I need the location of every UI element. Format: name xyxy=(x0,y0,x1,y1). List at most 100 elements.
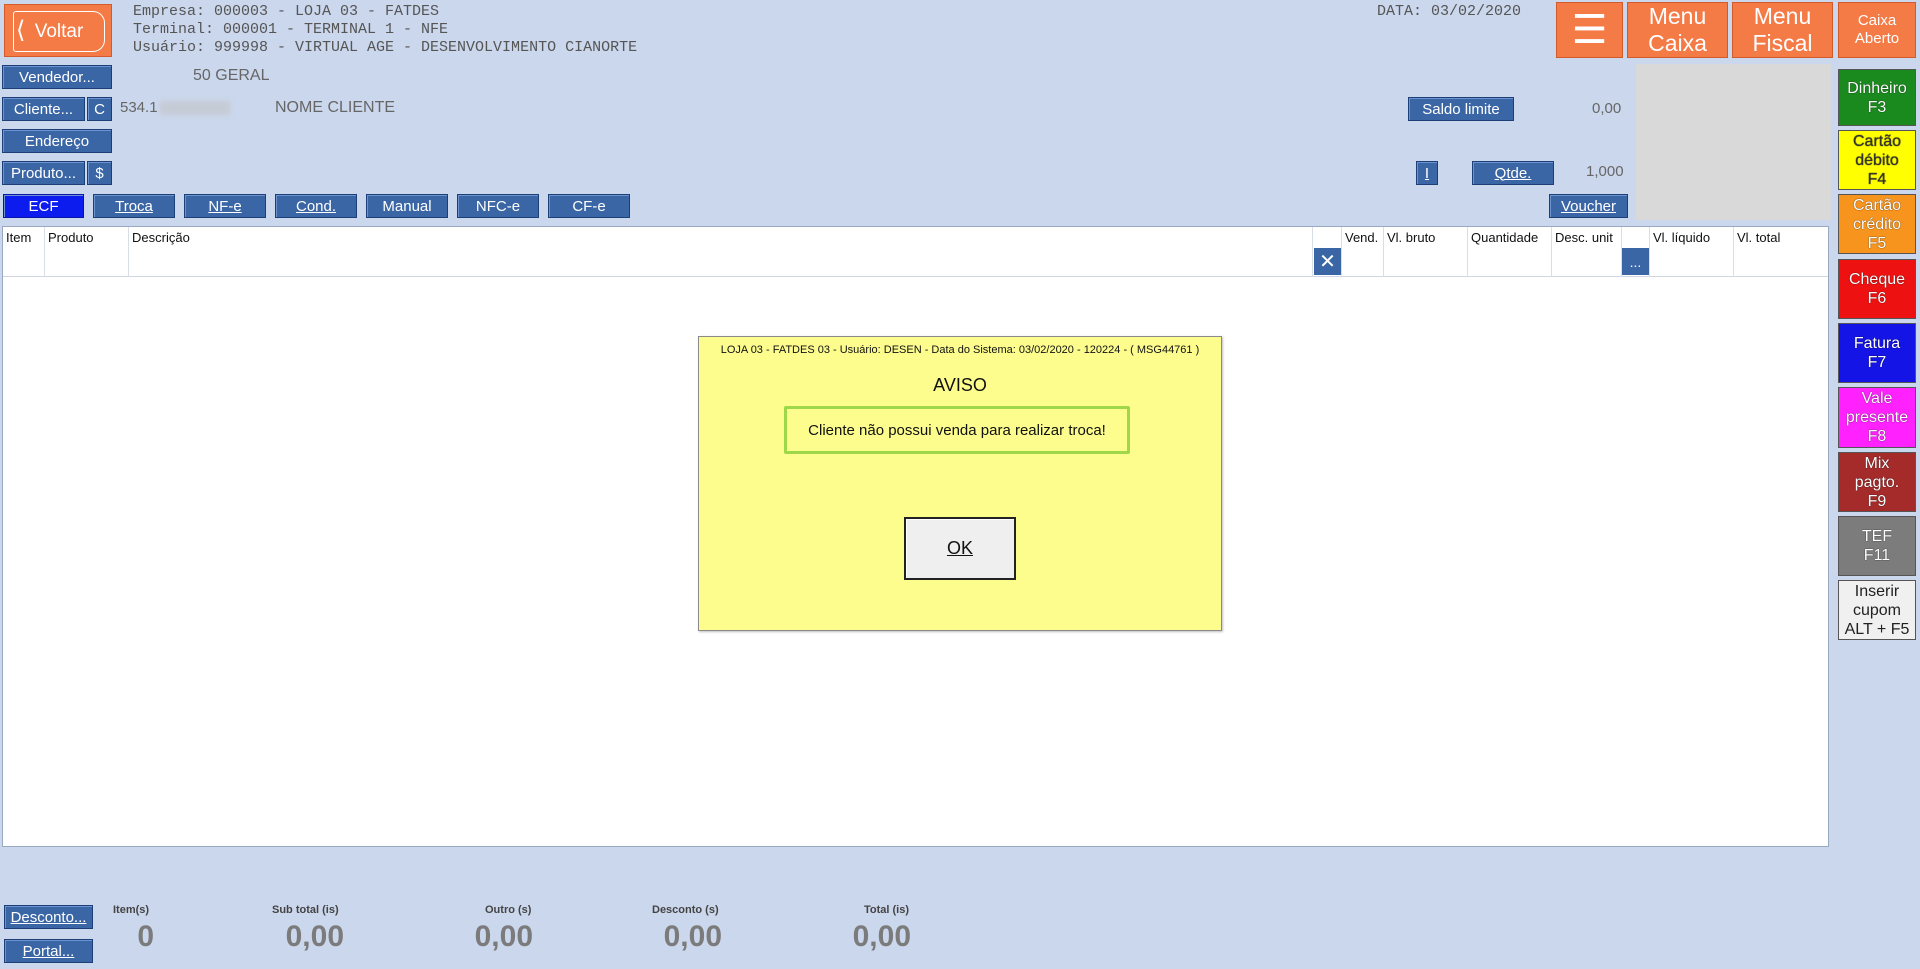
tab-manual[interactable]: Manual xyxy=(366,194,448,218)
cliente-name: NOME CLIENTE xyxy=(275,99,396,116)
vendedor-button[interactable]: Vendedor... xyxy=(2,65,112,89)
pay-cartao-credito-label: Cartão crédito F5 xyxy=(1852,196,1902,252)
pay-cartao-debito-button[interactable]: Cartão débito F4 xyxy=(1838,130,1916,190)
ok-button[interactable]: OK xyxy=(904,517,1016,580)
pay-cartao-debito-label: Cartão débito F4 xyxy=(1852,132,1902,188)
col-vend[interactable]: Vend. xyxy=(1342,227,1384,277)
tab-cfe-label: CF-e xyxy=(572,197,606,215)
menu-fiscal-button[interactable]: Menu Fiscal xyxy=(1732,2,1833,58)
produto-price-label: $ xyxy=(95,164,104,182)
col-vl-liquido[interactable]: Vl. líquido xyxy=(1650,227,1734,277)
desconto-button[interactable]: Desconto... xyxy=(4,905,93,929)
clear-grid-button[interactable]: ✕ xyxy=(1314,248,1341,275)
tab-manual-label: Manual xyxy=(382,197,432,215)
vendedor-button-label: Vendedor... xyxy=(19,68,95,86)
desconto-button-label: Desconto... xyxy=(10,908,87,926)
close-icon: ✕ xyxy=(1319,251,1336,273)
pay-mix-pagto-button[interactable]: Mix pagto. F9 xyxy=(1838,452,1916,512)
col-produto[interactable]: Produto xyxy=(45,227,129,277)
col-descricao[interactable]: Descrição xyxy=(129,227,1313,277)
col-clear: ✕ xyxy=(1313,227,1342,277)
pay-cartao-credito-button[interactable]: Cartão crédito F5 xyxy=(1838,194,1916,254)
grid-header: Item Produto Descrição ✕ Vend. Vl. bruto… xyxy=(3,227,1828,277)
caixa-aberto-label: Caixa Aberto xyxy=(1854,12,1900,47)
info-button-label: I xyxy=(1424,164,1430,182)
portal-button-label: Portal... xyxy=(22,942,75,960)
tab-nfce[interactable]: NFC-e xyxy=(457,194,539,218)
subtotal-label: Sub total (is) xyxy=(272,904,339,916)
produto-button-label: Produto... xyxy=(10,164,77,182)
produto-price-button[interactable]: $ xyxy=(87,161,112,185)
dialog-title: AVISO xyxy=(933,375,987,395)
tab-cfe[interactable]: CF-e xyxy=(548,194,630,218)
qtde-value: 1,000 xyxy=(1586,163,1624,180)
col-item[interactable]: Item xyxy=(3,227,45,277)
back-button[interactable]: ⟨ Voltar xyxy=(4,4,112,57)
cliente-button[interactable]: Cliente... xyxy=(2,97,85,121)
ellipsis-icon: ... xyxy=(1629,253,1642,270)
menu-caixa-button[interactable]: Menu Caixa xyxy=(1627,2,1728,58)
pay-vale-presente-button[interactable]: Vale presente F8 xyxy=(1838,387,1916,448)
date-info: DATA: 03/02/2020 xyxy=(1377,3,1522,20)
col-more: ... xyxy=(1622,227,1650,277)
endereco-button-label: Endereço xyxy=(24,132,90,150)
col-vl-total[interactable]: Vl. total xyxy=(1734,227,1830,277)
desconto-total-value: 0,00 xyxy=(663,920,722,953)
produto-button[interactable]: Produto... xyxy=(2,161,85,185)
outro-value: 0,00 xyxy=(474,920,533,953)
pay-tef-label: TEF F11 xyxy=(1861,528,1893,564)
tab-nfce-label: NFC-e xyxy=(475,197,521,215)
total-items-value: 0 xyxy=(137,920,154,953)
tab-nfe[interactable]: NF-e xyxy=(184,194,266,218)
col-quantidade[interactable]: Quantidade xyxy=(1468,227,1552,277)
total-label: Total (is) xyxy=(864,904,910,916)
pay-mix-pagto-label: Mix pagto. F9 xyxy=(1854,454,1900,510)
col-vl-bruto[interactable]: Vl. bruto xyxy=(1384,227,1468,277)
voucher-button-label: Voucher xyxy=(1560,197,1617,215)
inserir-cupom-label: Inserir cupom ALT + F5 xyxy=(1844,582,1910,638)
pay-dinheiro-label: Dinheiro F3 xyxy=(1847,79,1907,116)
menu-fiscal-label: Menu Fiscal xyxy=(1752,3,1813,56)
tab-ecf-label: ECF xyxy=(28,197,59,215)
more-options-button[interactable]: ... xyxy=(1622,248,1649,275)
cliente-button-label: Cliente... xyxy=(13,100,74,118)
vendedor-value: 50 GERAL xyxy=(193,67,270,84)
tab-troca[interactable]: Troca xyxy=(93,194,175,218)
pay-cheque-button[interactable]: Cheque F6 xyxy=(1838,259,1916,319)
saldo-limite-label: Saldo limite xyxy=(1422,100,1500,118)
tab-cond-label: Cond. xyxy=(295,197,337,215)
voucher-button[interactable]: Voucher xyxy=(1549,194,1628,218)
total-value: 0,00 xyxy=(852,920,911,953)
cliente-code-redacted xyxy=(159,101,230,116)
hamburger-icon: ☰ xyxy=(1571,7,1608,52)
pay-tef-button[interactable]: TEF F11 xyxy=(1838,516,1916,576)
warning-dialog: LOJA 03 - FATDES 03 - Usuário: DESEN - D… xyxy=(698,336,1222,631)
tab-ecf[interactable]: ECF xyxy=(3,194,84,218)
dialog-header: LOJA 03 - FATDES 03 - Usuário: DESEN - D… xyxy=(720,344,1200,356)
col-desc-unit[interactable]: Desc. unit xyxy=(1552,227,1622,277)
pay-dinheiro-button[interactable]: Dinheiro F3 xyxy=(1838,69,1916,126)
terminal-info: Terminal: 000001 - TERMINAL 1 - NFE xyxy=(133,21,449,38)
back-arrow-icon: ⟨ xyxy=(16,17,26,44)
tab-cond[interactable]: Cond. xyxy=(275,194,357,218)
cliente-clear-label: C xyxy=(94,100,105,118)
back-button-inner: ⟨ Voltar xyxy=(13,11,105,52)
pay-fatura-label: Fatura F7 xyxy=(1853,335,1901,371)
cliente-code-text: 534.1 xyxy=(120,99,158,116)
qtde-button[interactable]: Qtde. xyxy=(1472,161,1554,185)
dialog-message: Cliente não possui venda para realizar t… xyxy=(784,406,1130,454)
saldo-limite-button[interactable]: Saldo limite xyxy=(1408,97,1514,121)
tab-nfe-label: NF-e xyxy=(208,197,242,215)
inserir-cupom-button[interactable]: Inserir cupom ALT + F5 xyxy=(1838,580,1916,640)
info-button[interactable]: I xyxy=(1416,161,1438,185)
outro-label: Outro (s) xyxy=(485,904,532,916)
cliente-clear-button[interactable]: C xyxy=(87,97,112,121)
endereco-button[interactable]: Endereço xyxy=(2,129,112,153)
saldo-value: 0,00 xyxy=(1592,100,1622,117)
desconto-total-label: Desconto (s) xyxy=(652,904,719,916)
portal-button[interactable]: Portal... xyxy=(4,939,93,963)
pay-fatura-button[interactable]: Fatura F7 xyxy=(1838,323,1916,383)
hamburger-menu-button[interactable]: ☰ xyxy=(1556,2,1623,58)
qtde-button-label: Qtde. xyxy=(1494,164,1532,182)
usuario-info: Usuário: 999998 - VIRTUAL AGE - DESENVOL… xyxy=(133,39,638,56)
